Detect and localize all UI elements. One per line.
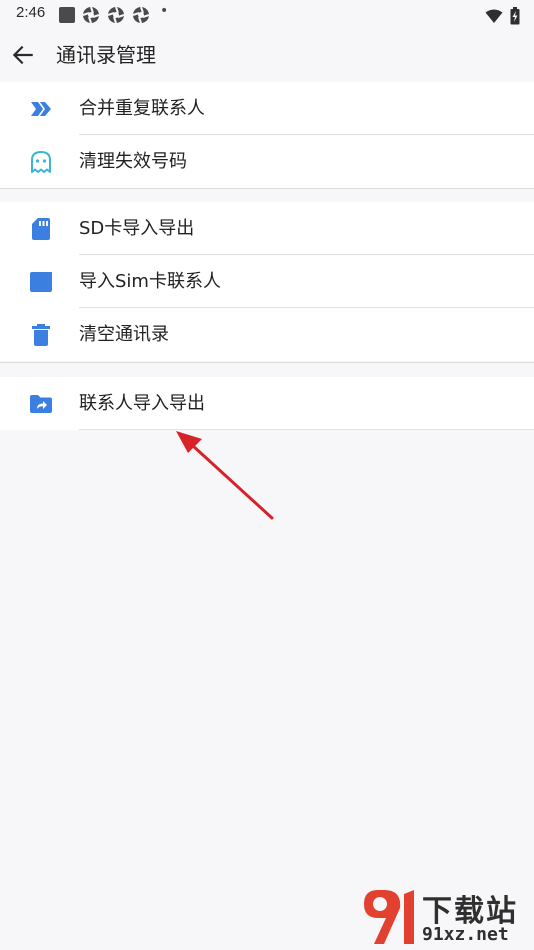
group-separator	[0, 188, 534, 189]
menu-item-label: 清理失效号码	[79, 151, 187, 172]
watermark-url: 91xz.net	[422, 924, 509, 945]
notification-more-dot: •	[160, 3, 169, 19]
menu-item-contacts-import-export[interactable]: 联系人导入导出	[0, 377, 534, 430]
divider	[79, 429, 534, 430]
sd-card-icon	[32, 218, 50, 240]
status-time: 2:46	[16, 4, 46, 21]
status-right-cluster	[485, 5, 520, 25]
ghost-icon	[31, 151, 51, 173]
group-separator	[0, 362, 534, 363]
page-title: 通讯录管理	[56, 43, 156, 67]
status-bar: 2:46 •	[0, 0, 534, 28]
folder-share-icon	[30, 395, 52, 413]
menu-item-import-sim[interactable]: 导入Sim卡联系人	[0, 255, 534, 308]
menu-item-merge-duplicates[interactable]: 合并重复联系人	[0, 82, 534, 135]
trash-icon	[32, 324, 50, 346]
notification-aperture-icon	[107, 6, 125, 24]
app-bar: 通讯录管理	[0, 28, 534, 82]
menu-item-label: 导入Sim卡联系人	[79, 271, 221, 292]
settings-group-contacts-io: 联系人导入导出	[0, 377, 534, 430]
menu-item-clear-contacts[interactable]: 清空通讯录	[0, 308, 534, 361]
notification-square-icon	[59, 7, 75, 23]
menu-item-sd-card[interactable]: SD卡导入导出	[0, 202, 534, 255]
menu-item-label: 联系人导入导出	[79, 393, 205, 414]
merge-arrow-icon	[31, 102, 51, 116]
menu-item-clean-invalid[interactable]: 清理失效号码	[0, 135, 534, 188]
menu-item-label: SD卡导入导出	[79, 218, 195, 239]
back-arrow-icon[interactable]	[10, 42, 36, 68]
annotation-arrow	[176, 431, 274, 520]
battery-charging-icon	[510, 6, 520, 24]
wifi-icon	[485, 9, 503, 23]
watermark-logo: 下载站 91xz.net	[360, 886, 530, 948]
watermark-91-logo-icon	[364, 890, 414, 944]
sim-card-icon	[30, 272, 52, 292]
notification-aperture-icon	[82, 6, 100, 24]
notification-aperture-icon	[132, 6, 150, 24]
menu-item-label: 合并重复联系人	[79, 98, 205, 119]
settings-group-cleanup: 合并重复联系人 清理失效号码	[0, 82, 534, 188]
settings-group-import: SD卡导入导出 导入Sim卡联系人 清空通讯录	[0, 202, 534, 361]
menu-item-label: 清空通讯录	[79, 324, 169, 345]
